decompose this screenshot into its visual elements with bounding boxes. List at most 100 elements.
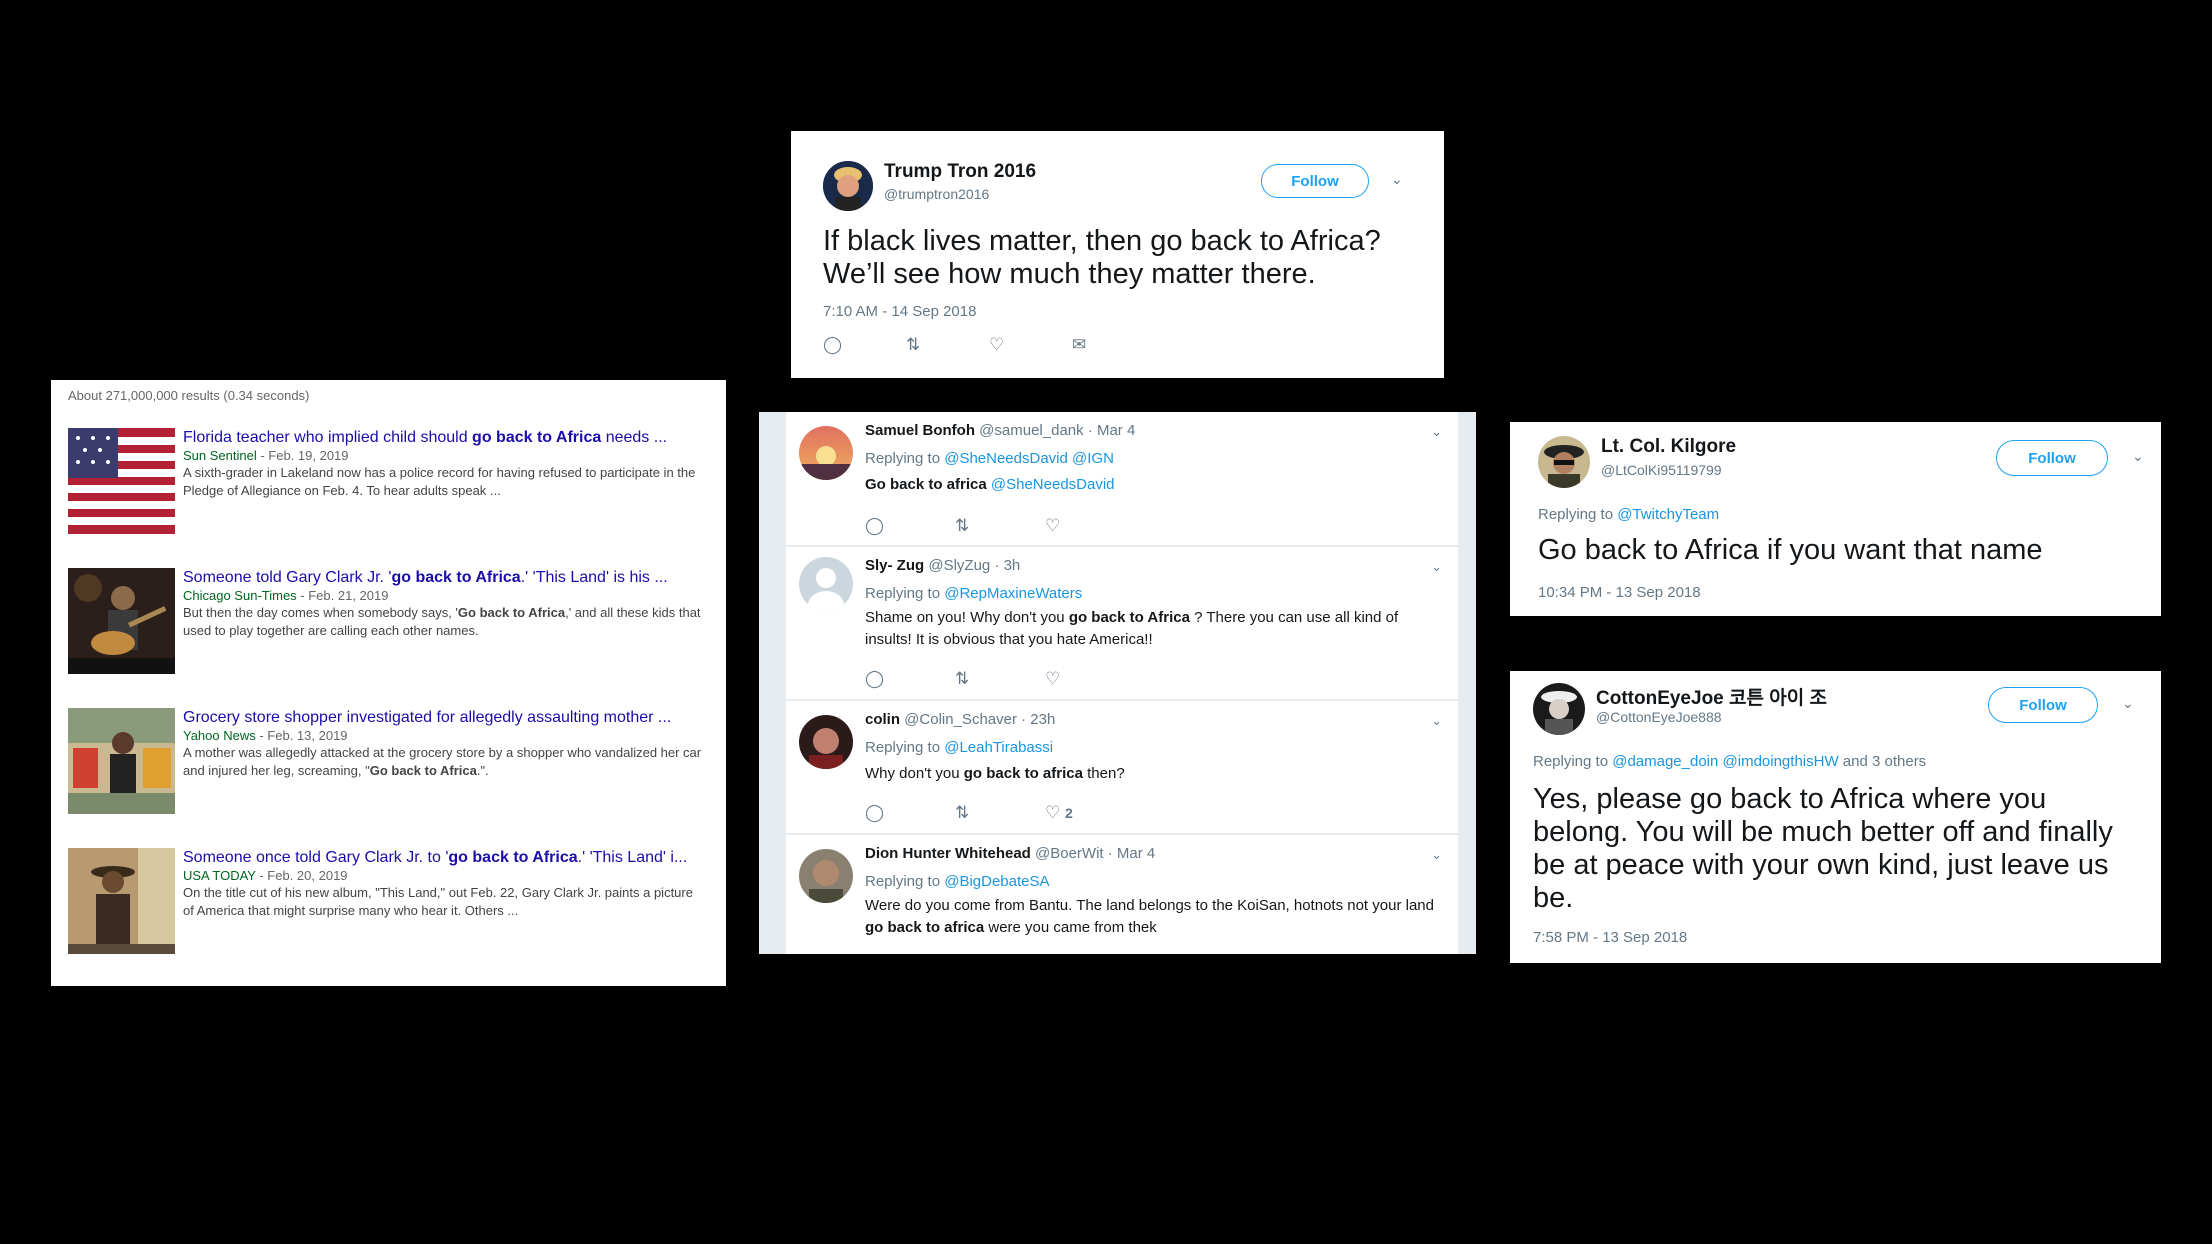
result-title-link[interactable]: Grocery store shopper investigated for a… bbox=[183, 708, 703, 728]
reply-header: Dion Hunter Whitehead @BoerWit · Mar 4 bbox=[865, 845, 1155, 862]
display-name[interactable]: Dion Hunter Whitehead bbox=[865, 845, 1031, 862]
reply-header: Samuel Bonfoh @samuel_dank · Mar 4 bbox=[865, 422, 1135, 439]
reply-actions: ◯ ⇅ ♡ 2 bbox=[865, 803, 1135, 823]
mention-link[interactable]: @SheNeedsDavid bbox=[987, 476, 1115, 493]
avatar[interactable] bbox=[799, 426, 853, 480]
result-snippet: A mother was allegedly attacked at the g… bbox=[183, 745, 702, 778]
mention-link[interactable]: @TwitchyTeam bbox=[1617, 506, 1719, 523]
chevron-down-icon[interactable]: ⌄ bbox=[1431, 559, 1442, 575]
mention-link[interactable]: @damage_doin @imdoingthisHW bbox=[1612, 753, 1838, 770]
search-result: Florida teacher who implied child should… bbox=[68, 428, 708, 536]
mention-link[interactable]: @SheNeedsDavid @IGN bbox=[944, 450, 1114, 467]
reply-thread-panel: Samuel Bonfoh @samuel_dank · Mar 4 ⌄ Rep… bbox=[759, 412, 1476, 954]
search-result: Grocery store shopper investigated for a… bbox=[68, 708, 708, 816]
avatar[interactable] bbox=[799, 849, 853, 903]
result-snippet: On the title cut of his new album, "This… bbox=[183, 885, 693, 918]
chevron-down-icon[interactable]: ⌄ bbox=[1431, 713, 1442, 729]
reply-icon[interactable]: ◯ bbox=[865, 669, 955, 689]
search-result: Someone told Gary Clark Jr. 'go back to … bbox=[68, 568, 708, 676]
reply-header: Sly- Zug @SlyZug · 3h bbox=[865, 557, 1020, 574]
tweet-text: If black lives matter, then go back to A… bbox=[823, 225, 1381, 290]
reply-icon[interactable]: ◯ bbox=[823, 335, 906, 355]
avatar[interactable] bbox=[799, 557, 853, 611]
display-name[interactable]: Samuel Bonfoh bbox=[865, 422, 975, 439]
result-thumbnail-grocery[interactable] bbox=[68, 708, 175, 814]
mention-link[interactable]: @BigDebateSA bbox=[944, 873, 1049, 890]
google-results-panel: About 271,000,000 results (0.34 seconds)… bbox=[51, 380, 726, 986]
user-handle[interactable]: @CottonEyeJoe888 bbox=[1596, 709, 1722, 725]
retweet-icon[interactable]: ⇅ bbox=[955, 516, 1045, 536]
retweet-icon[interactable]: ⇅ bbox=[906, 335, 989, 355]
user-handle[interactable]: @trumptron2016 bbox=[884, 186, 989, 202]
display-name[interactable]: colin bbox=[865, 711, 900, 728]
reply-text: Were do you come from Bantu. The land be… bbox=[865, 897, 1434, 936]
result-title-link[interactable]: Someone told Gary Clark Jr. 'go back to … bbox=[183, 568, 703, 588]
replying-to: Replying to @LeahTirabassi bbox=[865, 739, 1054, 756]
display-name[interactable]: CottonEyeJoe 코튼 아이 조 bbox=[1596, 683, 1827, 710]
tweet-timestamp[interactable]: 10:34 PM - 13 Sep 2018 bbox=[1538, 584, 1701, 601]
result-title-link[interactable]: Florida teacher who implied child should… bbox=[183, 428, 703, 448]
reply-text: Shame on you! Why don't you go back to A… bbox=[865, 609, 1399, 648]
display-name[interactable]: Trump Tron 2016 bbox=[884, 161, 1036, 183]
tweet-text: Yes, please go back to Africa where you … bbox=[1533, 783, 2113, 914]
replying-to: Replying to @TwitchyTeam bbox=[1538, 506, 1720, 523]
reply-icon[interactable]: ◯ bbox=[865, 803, 955, 823]
follow-button[interactable]: Follow bbox=[1988, 687, 2098, 723]
result-thumbnail-guitarist[interactable] bbox=[68, 568, 175, 674]
chevron-down-icon[interactable]: ⌄ bbox=[1391, 171, 1403, 188]
avatar[interactable] bbox=[1533, 683, 1585, 735]
like-icon[interactable]: ♡ bbox=[1045, 669, 1135, 689]
reply-icon[interactable]: ◯ bbox=[865, 516, 955, 536]
user-handle[interactable]: @LtColKi95119799 bbox=[1601, 462, 1722, 478]
mention-link[interactable]: @RepMaxineWaters bbox=[944, 585, 1082, 602]
like-count: 2 bbox=[1064, 805, 1073, 821]
chevron-down-icon[interactable]: ⌄ bbox=[1431, 424, 1442, 440]
tweet-timestamp[interactable]: 7:10 AM - 14 Sep 2018 bbox=[823, 303, 976, 320]
reply-tweet: Dion Hunter Whitehead @BoerWit · Mar 4 ⌄… bbox=[786, 835, 1458, 954]
replying-to: Replying to @BigDebateSA bbox=[865, 873, 1050, 890]
reply-tweet: Samuel Bonfoh @samuel_dank · Mar 4 ⌄ Rep… bbox=[786, 412, 1458, 545]
follow-button[interactable]: Follow bbox=[1261, 164, 1369, 198]
result-meta: Yahoo News - Feb. 13, 2019 bbox=[183, 728, 348, 743]
result-thumbnail-musician[interactable] bbox=[68, 848, 175, 954]
reply-tweet: colin @Colin_Schaver · 23h ⌄ Replying to… bbox=[786, 701, 1458, 833]
replying-to: Replying to @RepMaxineWaters bbox=[865, 585, 1083, 602]
tweet-card: Trump Tron 2016 @trumptron2016 Follow ⌄ … bbox=[791, 131, 1444, 378]
message-icon[interactable]: ✉ bbox=[1072, 335, 1155, 355]
chevron-down-icon[interactable]: ⌄ bbox=[1431, 847, 1442, 863]
user-handle[interactable]: @samuel_dank · Mar 4 bbox=[975, 422, 1135, 439]
replying-to: Replying to @damage_doin @imdoingthisHW … bbox=[1533, 753, 1927, 770]
result-meta: Sun Sentinel - Feb. 19, 2019 bbox=[183, 448, 349, 463]
like-icon[interactable]: ♡ bbox=[989, 335, 1072, 355]
result-snippet: A sixth-grader in Lakeland now has a pol… bbox=[183, 465, 696, 498]
result-thumbnail-flag[interactable] bbox=[68, 428, 175, 534]
result-title-link[interactable]: Someone once told Gary Clark Jr. to 'go … bbox=[183, 848, 703, 868]
avatar[interactable] bbox=[823, 161, 873, 211]
chevron-down-icon[interactable]: ⌄ bbox=[2122, 695, 2134, 712]
reply-header: colin @Colin_Schaver · 23h bbox=[865, 711, 1055, 728]
chevron-down-icon[interactable]: ⌄ bbox=[2132, 448, 2144, 465]
user-handle[interactable]: @Colin_Schaver · 23h bbox=[900, 711, 1055, 728]
reply-actions: ◯ ⇅ ♡ bbox=[865, 669, 1135, 689]
avatar[interactable] bbox=[799, 715, 853, 769]
tweet-card: Lt. Col. Kilgore @LtColKi95119799 Follow… bbox=[1510, 422, 2161, 616]
display-name[interactable]: Lt. Col. Kilgore bbox=[1601, 436, 1736, 458]
result-snippet: But then the day comes when somebody say… bbox=[183, 605, 701, 638]
reply-tweet: Sly- Zug @SlyZug · 3h ⌄ Replying to @Rep… bbox=[786, 547, 1458, 699]
like-icon[interactable]: ♡ bbox=[1045, 516, 1135, 536]
reply-text: Go back to africa @SheNeedsDavid bbox=[865, 476, 1115, 493]
reply-text: Why don't you go back to africa then? bbox=[865, 765, 1125, 782]
tweet-actions: ◯ ⇅ ♡ ✉ bbox=[823, 335, 1155, 355]
like-icon[interactable]: ♡ 2 bbox=[1045, 803, 1135, 823]
user-handle[interactable]: @BoerWit · Mar 4 bbox=[1031, 845, 1155, 862]
user-handle[interactable]: @SlyZug · 3h bbox=[924, 557, 1020, 574]
retweet-icon[interactable]: ⇅ bbox=[955, 669, 1045, 689]
follow-button[interactable]: Follow bbox=[1996, 440, 2108, 476]
tweet-card: CottonEyeJoe 코튼 아이 조 @CottonEyeJoe888 Fo… bbox=[1510, 671, 2161, 963]
avatar[interactable] bbox=[1538, 436, 1590, 488]
replying-to: Replying to @SheNeedsDavid @IGN bbox=[865, 450, 1114, 467]
mention-link[interactable]: @LeahTirabassi bbox=[944, 739, 1053, 756]
display-name[interactable]: Sly- Zug bbox=[865, 557, 924, 574]
tweet-timestamp[interactable]: 7:58 PM - 13 Sep 2018 bbox=[1533, 929, 1687, 946]
retweet-icon[interactable]: ⇅ bbox=[955, 803, 1045, 823]
